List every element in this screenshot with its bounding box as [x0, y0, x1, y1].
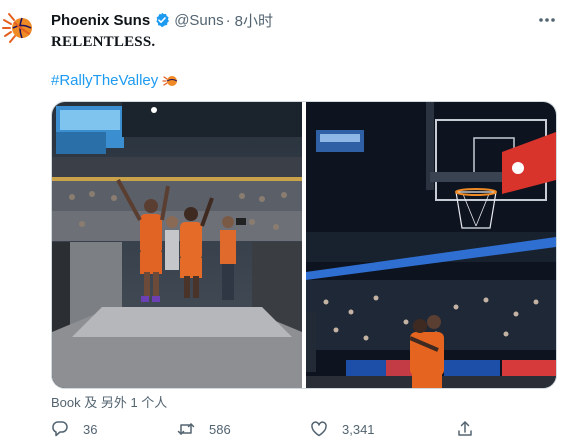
tweet-text: RELENTLESS.	[51, 34, 156, 50]
share-button[interactable]	[456, 420, 474, 438]
suns-logo-icon	[2, 13, 32, 43]
media-photo-left[interactable]	[52, 102, 303, 388]
media-photo-right[interactable]	[305, 102, 557, 388]
tweet-actions: 36 586 3,341	[51, 420, 491, 438]
like-button[interactable]: 3,341	[310, 420, 375, 438]
retweet-icon	[177, 423, 195, 435]
reply-icon	[52, 421, 68, 437]
separator-dot: ·	[225, 11, 231, 29]
share-icon	[458, 421, 472, 436]
reply-count: 36	[83, 421, 98, 437]
heart-icon	[311, 421, 327, 437]
tweet[interactable]: Phoenix Suns @Suns · 8小时 RELENTLESS. #Ra…	[0, 0, 565, 438]
reply-button[interactable]: 36	[51, 420, 97, 438]
author-handle[interactable]: @Suns	[174, 12, 223, 29]
avatar[interactable]	[0, 6, 36, 50]
hashtag-link[interactable]: #RallyTheValley	[51, 72, 158, 89]
more-options-button[interactable]	[537, 10, 557, 30]
hashtag-row: #RallyTheValley	[51, 72, 178, 89]
suns-hashflag-icon	[162, 75, 178, 86]
retweet-button[interactable]: 586	[177, 420, 231, 438]
like-count: 3,341	[342, 421, 375, 437]
tweet-time[interactable]: 8小时	[235, 10, 273, 31]
media-grid	[51, 101, 557, 389]
arena-photo-players-waving-icon	[52, 102, 302, 388]
more-horizontal-icon	[539, 18, 555, 22]
arena-photo-players-hugging-icon	[305, 102, 556, 388]
retweet-count: 586	[209, 421, 231, 437]
author-name[interactable]: Phoenix Suns	[51, 12, 150, 29]
verified-badge-icon	[156, 12, 170, 28]
tweet-header: Phoenix Suns @Suns · 8小时	[51, 10, 555, 30]
tagged-users[interactable]: Book 及 另外 1 个人	[51, 392, 167, 411]
